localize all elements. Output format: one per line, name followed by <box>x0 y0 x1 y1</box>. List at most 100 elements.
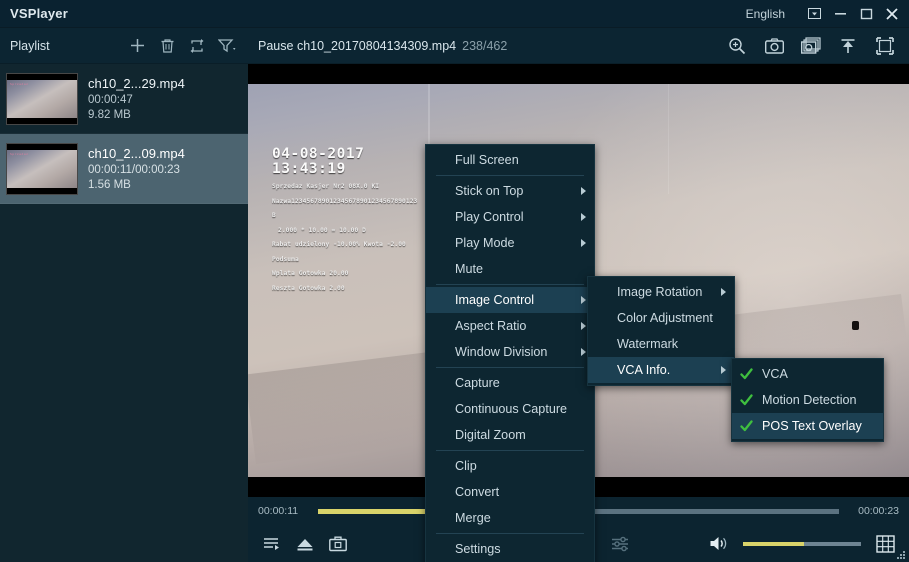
overlay-line: Rabat udzielony -10.00% Kwota -2.00 <box>272 241 406 249</box>
eject-icon[interactable] <box>291 531 319 557</box>
chevron-right-icon <box>581 239 586 247</box>
chevron-right-icon <box>721 288 726 296</box>
toolbox-icon[interactable] <box>324 531 352 557</box>
menu-item[interactable]: Play Mode <box>426 230 594 256</box>
seek-progress <box>318 508 433 514</box>
close-button[interactable] <box>879 1 905 27</box>
chevron-right-icon <box>581 296 586 304</box>
menu-item-label: Image Control <box>455 293 535 307</box>
overlay-line: Reszta Gotowka 2.00 <box>272 284 345 292</box>
capture-icon[interactable] <box>764 36 784 56</box>
overlay-line: Nazwa123456789012345678901234567890123 <box>272 197 418 205</box>
menu-item[interactable]: Settings <box>426 536 594 562</box>
menu-item-label: Image Rotation <box>617 285 703 299</box>
list-item[interactable]: Sprzedaz ch10_2...09.mp4 00:00:11/00:00:… <box>0 134 248 204</box>
list-item-size: 1.56 MB <box>88 179 131 191</box>
list-item[interactable]: Sprzedaz ch10_2...29.mp4 00:00:47 9.82 M… <box>0 64 248 134</box>
menu-item[interactable]: Image Control <box>426 287 594 313</box>
playlist-items: Sprzedaz ch10_2...29.mp4 00:00:47 9.82 M… <box>0 64 248 204</box>
speaker-icon[interactable] <box>705 531 733 557</box>
total-time: 00:00:23 <box>858 505 899 517</box>
upload-icon[interactable] <box>838 36 858 56</box>
image-control-submenu[interactable]: Image Rotation Color Adjustment Watermark V… <box>587 276 735 386</box>
menu-item-label: Color Adjustment <box>617 311 713 325</box>
menu-separator <box>436 533 584 534</box>
menu-item[interactable]: Full Screen <box>426 147 594 173</box>
minimize-button[interactable] <box>827 1 853 27</box>
menu-item[interactable]: Digital Zoom <box>426 422 594 448</box>
menu-item-label: Stick on Top <box>455 184 524 198</box>
menu-item[interactable]: Watermark <box>588 331 734 357</box>
equalizer-icon[interactable] <box>607 531 635 557</box>
video-status-bar: Pause ch10_20170804134309.mp4 238/462 <box>248 28 909 64</box>
skin-button[interactable] <box>801 1 827 27</box>
menu-item-label: Watermark <box>617 337 679 351</box>
list-item-meta: ch10_2...09.mp4 00:00:11/00:00:23 1.56 M… <box>88 146 185 191</box>
menu-item[interactable]: Continuous Capture <box>426 396 594 422</box>
continuous-capture-icon[interactable] <box>801 36 821 56</box>
delete-icon[interactable] <box>158 37 176 55</box>
menu-item-label: Full Screen <box>455 153 519 167</box>
menu-item-label: Play Control <box>455 210 524 224</box>
menu-item[interactable]: Merge <box>426 505 594 531</box>
playback-filename: ch10_20170804134309.mp4 <box>296 38 457 53</box>
menu-item-label: VCA Info. <box>617 363 671 377</box>
left-controls <box>258 531 352 557</box>
menu-item[interactable]: Play Control <box>426 204 594 230</box>
frame-counter: 238/462 <box>462 38 508 53</box>
menu-item-label: Capture <box>455 376 500 390</box>
maximize-button[interactable] <box>853 1 879 27</box>
menu-item-label: Aspect Ratio <box>455 319 527 333</box>
digital-zoom-icon[interactable] <box>727 36 747 56</box>
volume-slider[interactable] <box>743 541 861 546</box>
right-controls <box>705 531 899 557</box>
resize-grip[interactable] <box>897 551 906 560</box>
fullscreen-icon[interactable] <box>875 36 895 56</box>
playlist-header: Playlist <box>0 28 248 64</box>
vsplayer-window: VSPlayer English Playlist Sprzedaz ch10_… <box>0 0 909 562</box>
overlay-timestamp: 04-08-2017 13:43:19 <box>272 146 365 178</box>
menu-item-label: Motion Detection <box>762 393 857 407</box>
menu-item[interactable]: Image Rotation <box>588 279 734 305</box>
menu-item[interactable]: Capture <box>426 370 594 396</box>
list-item-filename: ch10_2...29.mp4 <box>88 76 185 91</box>
menu-item[interactable]: Window Division <box>426 339 594 365</box>
list-item-filename: ch10_2...09.mp4 <box>88 146 185 161</box>
menu-item-label: Merge <box>455 511 491 525</box>
video-toolbar <box>727 36 899 56</box>
menu-item-label: Digital Zoom <box>455 428 526 442</box>
list-item-meta: ch10_2...29.mp4 00:00:47 9.82 MB <box>88 76 185 121</box>
volume-level <box>743 541 805 546</box>
chevron-right-icon <box>581 322 586 330</box>
window-division-icon[interactable] <box>871 531 899 557</box>
language-selector[interactable]: English <box>746 7 785 21</box>
wall-seam <box>668 84 669 194</box>
playlist-title: Playlist <box>10 38 50 53</box>
menu-item-label: Window Division <box>455 345 548 359</box>
menu-item[interactable]: Clip <box>426 453 594 479</box>
context-menu[interactable]: Full Screen Stick on Top Play Control Play … <box>425 144 595 562</box>
menu-item[interactable]: Mute <box>426 256 594 282</box>
menu-item[interactable]: POS Text Overlay <box>732 413 883 439</box>
menu-item[interactable]: VCA Info. <box>588 357 734 383</box>
playback-state: Pause <box>258 38 294 53</box>
add-icon[interactable] <box>128 37 146 55</box>
vca-info-submenu[interactable]: VCA Motion Detection POS Text Overlay <box>731 358 884 442</box>
menu-item[interactable]: Color Adjustment <box>588 305 734 331</box>
menu-item-label: POS Text Overlay <box>762 419 862 433</box>
check-icon <box>740 368 753 381</box>
menu-item-label: Settings <box>455 542 501 556</box>
playback-state-and-file: Pause ch10_20170804134309.mp4 <box>258 39 456 53</box>
menu-item[interactable]: VCA <box>732 361 883 387</box>
playlist-toggle-icon[interactable] <box>258 531 286 557</box>
current-time: 00:00:11 <box>258 505 299 517</box>
loop-icon[interactable] <box>188 37 206 55</box>
menu-item[interactable]: Stick on Top <box>426 178 594 204</box>
menu-item[interactable]: Convert <box>426 479 594 505</box>
menu-separator <box>436 175 584 176</box>
menu-item[interactable]: Aspect Ratio <box>426 313 594 339</box>
menu-item[interactable]: Motion Detection <box>732 387 883 413</box>
title-bar-actions: English <box>746 1 909 27</box>
filter-icon[interactable] <box>218 37 236 55</box>
chevron-right-icon <box>581 187 586 195</box>
